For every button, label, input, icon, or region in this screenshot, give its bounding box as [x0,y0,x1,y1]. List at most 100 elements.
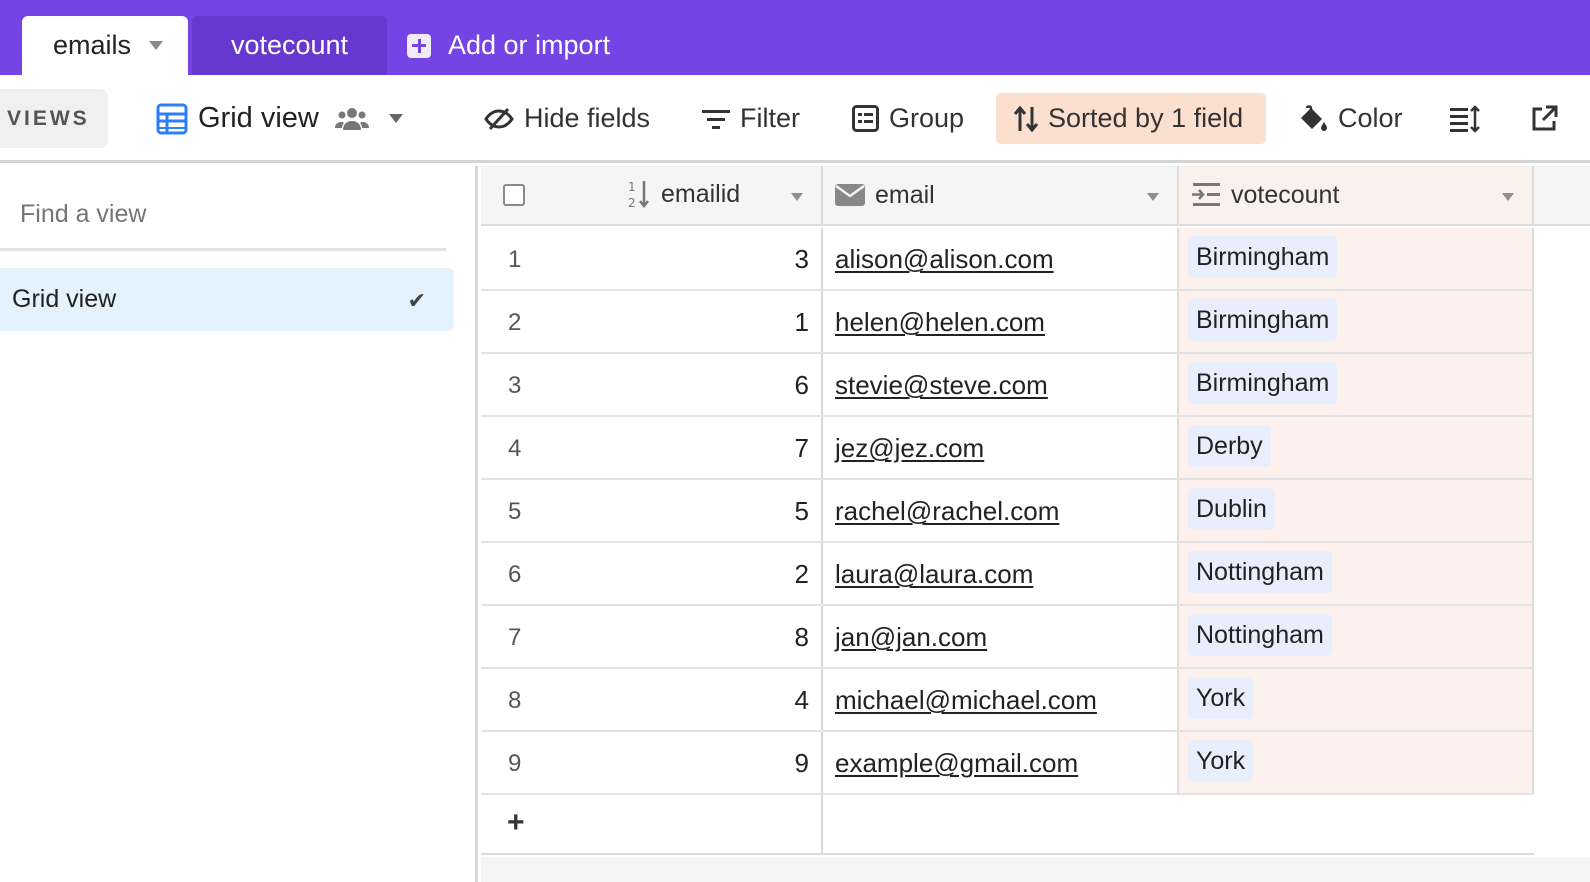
votecount-cell[interactable]: York [1179,732,1534,793]
views-toggle-button[interactable]: VIEWS [0,89,108,148]
row-number: 6 [508,561,522,588]
filter-icon [702,107,730,131]
view-switcher[interactable]: Grid view [156,93,403,144]
row-number-cell: 6 2 [481,543,823,604]
find-view-input[interactable] [20,200,420,229]
filter-label: Filter [740,103,800,133]
table-row[interactable]: 3 6 stevie@steve.com Birmingham [481,354,1534,417]
row-number: 7 [508,624,522,651]
email-link[interactable]: michael@michael.com [835,685,1097,716]
tab-votecount[interactable]: votecount [192,16,387,75]
email-link[interactable]: stevie@steve.com [835,370,1048,401]
emailid-cell[interactable]: 1 [795,307,809,338]
grid-footer [481,857,1590,882]
email-link[interactable]: laura@laura.com [835,559,1033,590]
email-cell[interactable]: helen@helen.com [823,291,1179,352]
sidebar-item-label: Grid view [12,285,117,313]
sort-label: Sorted by 1 field [1048,103,1244,133]
votecount-cell[interactable]: Nottingham [1179,606,1534,667]
color-label: Color [1338,103,1403,133]
chevron-down-icon[interactable] [1502,193,1514,201]
sort-icon [1014,105,1038,133]
column-label-emailid: emailid [661,179,741,208]
email-cell[interactable]: laura@laura.com [823,543,1179,604]
emailid-cell[interactable]: 4 [795,685,809,716]
row-number: 8 [508,687,522,714]
emailid-cell[interactable]: 7 [795,433,809,464]
emailid-cell[interactable]: 9 [795,748,809,779]
table-row[interactable]: 5 5 rachel@rachel.com Dublin [481,480,1534,543]
chevron-down-icon[interactable] [791,193,803,201]
email-cell[interactable]: michael@michael.com [823,669,1179,730]
votecount-cell[interactable]: Birmingham [1179,291,1534,352]
votecount-cell[interactable]: Birmingham [1179,354,1534,415]
column-header-votecount[interactable]: votecount [1179,166,1534,226]
email-cell[interactable]: example@gmail.com [823,732,1179,793]
email-link[interactable]: jez@jez.com [835,433,984,464]
votecount-cell[interactable]: Derby [1179,417,1534,478]
emailid-cell[interactable]: 6 [795,370,809,401]
table-row[interactable]: 8 4 michael@michael.com York [481,669,1534,732]
emailid-cell[interactable]: 3 [795,244,809,275]
column-header-email[interactable]: email [823,166,1179,226]
add-record-cell[interactable]: + [481,794,823,853]
share-view-button[interactable] [1530,93,1568,144]
email-cell[interactable]: jan@jan.com [823,606,1179,667]
votecount-cell[interactable]: Birmingham [1179,228,1534,289]
add-or-import-label: Add or import [448,30,611,60]
plus-icon[interactable]: + [507,806,525,840]
share-view-icon [1530,105,1558,133]
email-link[interactable]: example@gmail.com [835,748,1078,779]
column-label-votecount: votecount [1231,180,1340,209]
row-number-cell: 4 7 [481,417,823,478]
row-height-button[interactable] [1450,93,1490,144]
email-link[interactable]: rachel@rachel.com [835,496,1059,527]
email-cell[interactable]: jez@jez.com [823,417,1179,478]
votecount-cell[interactable]: Nottingham [1179,543,1534,604]
column-header-emailid[interactable]: 1 2 emailid [481,166,823,226]
group-button[interactable]: Group [852,93,964,144]
tab-emails[interactable]: emails [22,16,188,75]
sidebar-item-grid-view[interactable]: Grid view ✔ [0,268,454,331]
filter-button[interactable]: Filter [702,93,800,144]
add-record-row[interactable]: + [481,794,1534,855]
views-label: VIEWS [7,106,90,130]
email-cell[interactable]: stevie@steve.com [823,354,1179,415]
hide-fields-button[interactable]: Hide fields [484,93,650,144]
chevron-down-icon[interactable] [1147,193,1159,201]
table-row[interactable]: 4 7 jez@jez.com Derby [481,417,1534,480]
group-icon [852,105,879,132]
emailid-cell[interactable]: 8 [795,622,809,653]
email-link[interactable]: helen@helen.com [835,307,1045,338]
votecount-cell[interactable]: York [1179,669,1534,730]
chevron-down-icon[interactable] [149,41,164,50]
group-label: Group [889,103,965,133]
table-row[interactable]: 9 9 example@gmail.com York [481,732,1534,795]
column-header-empty [1534,166,1590,226]
row-number-cell: 9 9 [481,732,823,793]
plus-square-icon [407,33,431,58]
votecount-pill: Derby [1188,425,1271,467]
table-row[interactable]: 2 1 helen@helen.com Birmingham [481,291,1534,354]
email-cell[interactable]: rachel@rachel.com [823,480,1179,541]
email-link[interactable]: alison@alison.com [835,244,1054,275]
color-button[interactable]: Color [1298,93,1403,144]
emailid-cell[interactable]: 2 [795,559,809,590]
table-row[interactable]: 7 8 jan@jan.com Nottingham [481,606,1534,669]
views-sidebar: Grid view ✔ [0,166,478,882]
votecount-cell[interactable]: Dublin [1179,480,1534,541]
sort-button[interactable]: Sorted by 1 field [996,93,1266,144]
email-link[interactable]: jan@jan.com [835,622,987,653]
add-or-import-button[interactable]: Add or import [407,16,610,75]
hide-fields-icon [484,107,514,131]
select-all-checkbox[interactable] [503,184,525,206]
emailid-cell[interactable]: 5 [795,496,809,527]
row-number: 2 [508,309,522,336]
votecount-pill: York [1188,740,1254,782]
find-view-divider [0,248,446,251]
email-cell[interactable]: alison@alison.com [823,228,1179,289]
chevron-down-icon[interactable] [388,114,403,123]
table-row[interactable]: 1 3 alison@alison.com Birmingham [481,228,1534,291]
row-number-cell: 1 3 [481,228,823,289]
table-row[interactable]: 6 2 laura@laura.com Nottingham [481,543,1534,606]
